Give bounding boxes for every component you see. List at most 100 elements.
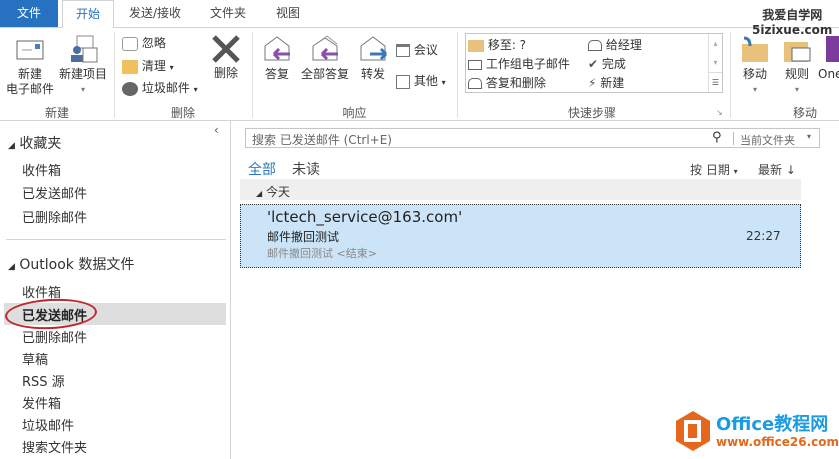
- filter-all[interactable]: 全部: [248, 159, 276, 179]
- quick-step-done[interactable]: ✔ 完成: [588, 55, 626, 72]
- group-label: 今天: [265, 185, 290, 199]
- office-logo-icon: [676, 411, 710, 451]
- onenote-label: One: [818, 67, 839, 81]
- junk-label: 垃圾邮件: [141, 81, 190, 95]
- move-folder-icon: [742, 36, 768, 62]
- collapse-pane-button[interactable]: ‹: [214, 123, 219, 137]
- team-email-label: 工作组电子邮件: [485, 57, 570, 71]
- sort-by-dropdown[interactable]: 按 日期 ▾: [690, 161, 738, 178]
- tab-folder[interactable]: 文件夹: [200, 0, 256, 27]
- ribbon: 新建 电子邮件 新建项目 ▾ 新建 忽略 清理 ▾ 垃圾邮件 ▾ 删除 删除 答…: [0, 27, 839, 121]
- mail-time: 22:27: [746, 229, 781, 243]
- meeting-button[interactable]: 会议: [396, 41, 438, 58]
- create-new-label: 新建: [600, 76, 625, 90]
- group-move-label: 移动: [792, 106, 817, 120]
- watermark-line1: 我爱自学网: [762, 8, 823, 22]
- forward-mail-icon: [588, 40, 602, 51]
- filter-unread[interactable]: 未读: [292, 159, 320, 179]
- watermark-line2: 5izixue.com: [752, 23, 833, 37]
- junk-icon: [122, 81, 138, 96]
- group-quick-steps-label: 快速步骤: [567, 106, 616, 120]
- forward-button[interactable]: 转发: [355, 34, 391, 82]
- folder-drafts[interactable]: 草稿: [22, 349, 48, 368]
- quick-step-team-email[interactable]: 工作组电子邮件: [468, 55, 570, 72]
- reply-all-icon: [312, 35, 338, 61]
- search-icon[interactable]: ⚲: [712, 130, 722, 145]
- search-input[interactable]: 搜索 已发送邮件 (Ctrl+E): [252, 131, 392, 148]
- fav-inbox[interactable]: 收件箱: [22, 160, 61, 179]
- reply-all-label: 全部答复: [300, 67, 349, 81]
- gallery-scrollbar[interactable]: ▴ ▾ ☰: [708, 34, 722, 92]
- meeting-icon: [396, 44, 410, 57]
- group-delete-label: 删除: [170, 106, 195, 120]
- more-label: 其他: [413, 74, 438, 88]
- tab-home[interactable]: 开始: [62, 0, 114, 28]
- ignore-button[interactable]: 忽略: [122, 34, 166, 51]
- new-email-label2: 电子邮件: [5, 82, 54, 96]
- more-icon: [396, 74, 410, 89]
- forward-label: 转发: [360, 67, 385, 81]
- move-to-label: 移至: ?: [487, 38, 527, 52]
- favorites-header[interactable]: ◢ 收藏夹: [8, 133, 61, 153]
- dropdown-arrow-icon: ▾: [752, 85, 757, 94]
- mail-subject: 邮件撤回测试: [267, 230, 340, 244]
- dropdown-arrow-icon: ▾: [794, 85, 799, 94]
- divider: [6, 239, 226, 240]
- quick-step-create-new[interactable]: ⚡ 新建: [588, 74, 624, 91]
- ignore-icon: [122, 36, 138, 51]
- cleanup-label: 清理: [141, 59, 166, 73]
- onenote-icon: [826, 36, 839, 62]
- move-button[interactable]: 移动 ▾: [736, 36, 774, 97]
- search-box[interactable]: 搜索 已发送邮件 (Ctrl+E) ⚲ 当前文件夹 ▾: [245, 128, 820, 148]
- delete-x-icon: [212, 35, 240, 63]
- favorites-label: 收藏夹: [19, 136, 62, 152]
- reply-button[interactable]: 答复: [258, 34, 296, 82]
- tab-send-receive[interactable]: 发送/接收: [120, 0, 190, 27]
- datafile-header[interactable]: ◢ Outlook 数据文件: [8, 254, 134, 274]
- onenote-button[interactable]: One: [818, 36, 839, 82]
- fav-deleted[interactable]: 已删除邮件: [22, 207, 87, 226]
- datafile-label: Outlook 数据文件: [19, 257, 135, 273]
- sort-by-label: 按 日期: [690, 163, 730, 177]
- lightning-icon: ⚡: [588, 76, 597, 90]
- folder-outbox[interactable]: 发件箱: [22, 393, 61, 412]
- reply-delete-icon: [468, 78, 482, 89]
- move-label: 移动: [742, 67, 767, 81]
- quick-step-move-to[interactable]: 移至: ?: [468, 36, 526, 53]
- delete-label: 删除: [213, 66, 238, 80]
- tab-file[interactable]: 文件: [0, 0, 58, 27]
- checkmark-icon: ✔: [588, 57, 599, 71]
- mail-recipient: 'lctech_service@163.com': [267, 208, 463, 226]
- delete-button[interactable]: 删除: [206, 34, 246, 81]
- reply-delete-label: 答复和删除: [485, 76, 546, 90]
- group-respond-label: 响应: [342, 106, 367, 120]
- search-scope-dropdown[interactable]: 当前文件夹: [740, 132, 795, 148]
- more-respond-button[interactable]: 其他 ▾: [396, 72, 446, 89]
- dropdown-arrow-icon: ▾: [80, 85, 85, 94]
- new-items-icon: [71, 35, 98, 63]
- mail-item[interactable]: 'lctech_service@163.com' 邮件撤回测试 邮件撤回测试 <…: [240, 204, 801, 268]
- rules-button[interactable]: 规则 ▾: [778, 36, 816, 97]
- cleanup-icon: [122, 59, 138, 74]
- folder-junk[interactable]: 垃圾邮件: [22, 415, 74, 434]
- new-items-button[interactable]: 新建项目 ▾: [56, 34, 110, 97]
- folder-rss[interactable]: RSS 源: [22, 371, 65, 390]
- junk-button[interactable]: 垃圾邮件 ▾: [122, 79, 198, 96]
- dialog-launcher-icon[interactable]: ↘: [716, 108, 723, 117]
- sort-order-button[interactable]: 最新 ↓: [758, 161, 796, 178]
- meeting-label: 会议: [413, 43, 438, 57]
- group-new-label: 新建: [44, 106, 69, 120]
- new-email-button[interactable]: 新建 电子邮件: [4, 36, 56, 97]
- quick-step-reply-delete[interactable]: 答复和删除: [468, 74, 546, 91]
- group-header-today[interactable]: ◢ 今天: [240, 179, 801, 200]
- quick-step-to-manager[interactable]: 给经理: [588, 36, 642, 53]
- fav-sent[interactable]: 已发送邮件: [22, 183, 87, 202]
- watermark-title: Office教程网: [716, 414, 829, 435]
- cleanup-button[interactable]: 清理 ▾: [122, 57, 174, 74]
- reply-label: 答复: [264, 67, 289, 81]
- done-label: 完成: [601, 57, 626, 71]
- folder-deleted[interactable]: 已删除邮件: [22, 327, 87, 346]
- reply-all-button[interactable]: 全部答复: [298, 34, 352, 82]
- folder-search[interactable]: 搜索文件夹: [22, 437, 87, 456]
- tab-view[interactable]: 视图: [266, 0, 310, 27]
